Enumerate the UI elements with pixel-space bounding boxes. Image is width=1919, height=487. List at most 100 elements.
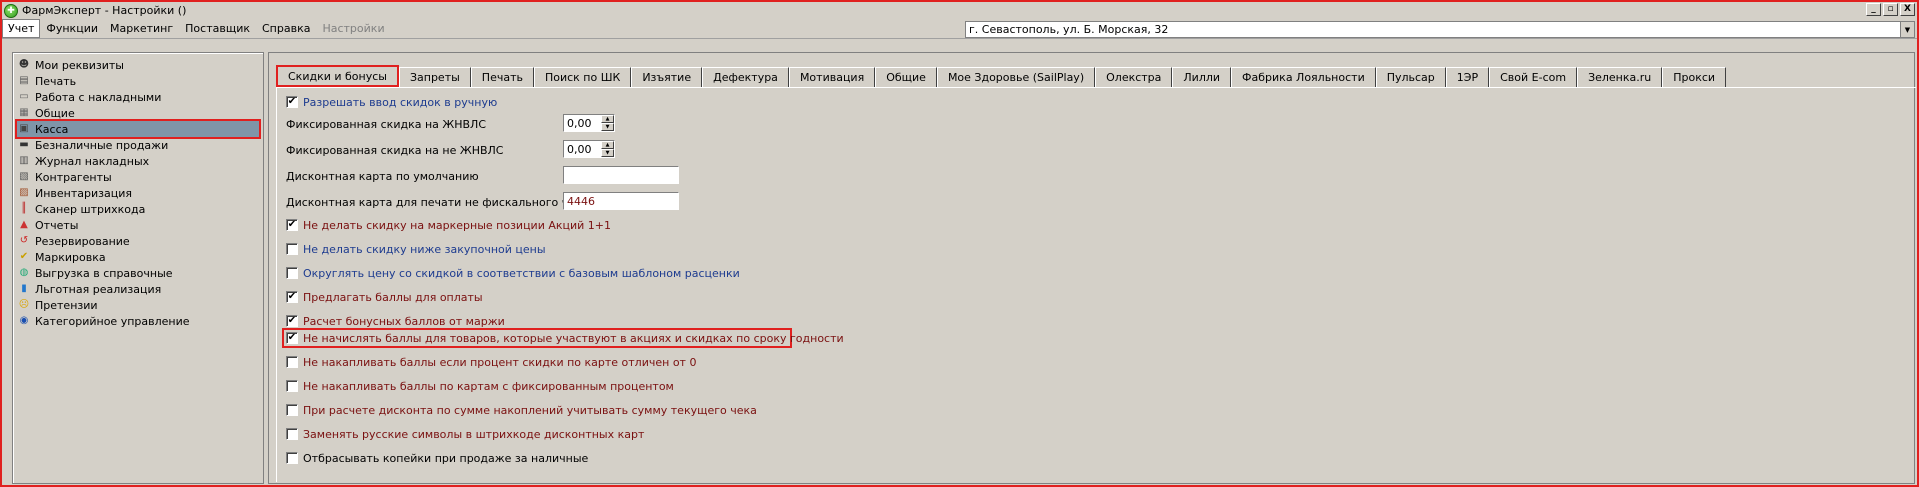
tab-1er[interactable]: 1ЭР bbox=[1445, 67, 1490, 87]
checkbox-drop-kopecks[interactable] bbox=[286, 452, 298, 464]
sidebar-item-beznal[interactable]: ▬ Безналичные продажи bbox=[17, 137, 259, 153]
checkbox-label: Не делать скидку ниже закупочной цены bbox=[303, 242, 546, 256]
sidebar-item-skaner[interactable]: ║ Сканер штрихкода bbox=[17, 201, 259, 217]
sidebar-item-pretenzii[interactable]: ☹ Претензии bbox=[17, 297, 259, 313]
complaint-icon: ☹ bbox=[18, 299, 30, 310]
sidebar-item-label: Работа с накладными bbox=[35, 90, 162, 104]
report-icon: ▲ bbox=[20, 219, 28, 230]
checkbox-row[interactable]: Округлять цену со скидкой в соответствии… bbox=[286, 264, 740, 282]
close-button[interactable]: X bbox=[1900, 3, 1915, 16]
sidebar-item-label: Касса bbox=[35, 122, 69, 136]
sidebar-item-label: Печать bbox=[35, 74, 77, 88]
spinner-buttons[interactable]: ▲ ▼ bbox=[601, 115, 614, 131]
sidebar-item-obshchie[interactable]: ▦ Общие bbox=[17, 105, 259, 121]
tab-izyatie[interactable]: Изъятие bbox=[631, 67, 703, 87]
sidebar-item-vygruzka[interactable]: ◍ Выгрузка в справочные bbox=[17, 265, 259, 281]
menu-marketing[interactable]: Маркетинг bbox=[104, 19, 179, 38]
tab-pechat[interactable]: Печать bbox=[470, 67, 534, 87]
menu-uchet[interactable]: Учет bbox=[2, 19, 41, 38]
checkbox-label: Заменять русские символы в штрихкоде дис… bbox=[303, 427, 645, 441]
pharmacy-address-select[interactable]: г. Севастополь, ул. Б. Морская, 32 ▼ bbox=[965, 21, 1915, 38]
allow-manual-discount-checkbox[interactable]: ✔ bbox=[286, 96, 298, 108]
settings-icon: ▦ bbox=[19, 107, 29, 118]
tab-motivatsiya[interactable]: Мотивация bbox=[788, 67, 876, 87]
sidebar-item-kassa[interactable]: ▣ Касса bbox=[15, 119, 261, 139]
checkbox-offer-points[interactable]: ✔ bbox=[286, 291, 298, 303]
checkbox-label: Расчет бонусных баллов от маржи bbox=[303, 314, 505, 328]
spin-down-icon[interactable]: ▼ bbox=[601, 149, 614, 157]
tab-moe-zdorovie[interactable]: Мое Здоровье (SailPlay) bbox=[936, 67, 1096, 87]
menu-funktsii[interactable]: Функции bbox=[40, 19, 104, 38]
sidebar-item-inventarizatsiya[interactable]: ▨ Инвентаризация bbox=[17, 185, 259, 201]
sidebar-item-label: Маркировка bbox=[35, 250, 106, 264]
inventory-icon: ▨ bbox=[19, 187, 29, 198]
checkbox-label: Не делать скидку на маркерные позиции Ак… bbox=[303, 218, 612, 232]
spin-down-icon[interactable]: ▼ bbox=[601, 123, 614, 131]
checkbox-row[interactable]: ✔ Предлагать баллы для оплаты bbox=[286, 288, 483, 306]
spin-up-icon[interactable]: ▲ bbox=[601, 115, 614, 123]
tab-zelenka[interactable]: Зеленка.ru bbox=[1577, 67, 1663, 87]
checkbox-round-price[interactable] bbox=[286, 267, 298, 279]
sidebar-item-lgotnaya[interactable]: ▮ Льготная реализация bbox=[17, 281, 259, 297]
menu-bar: Учет Функции Маркетинг Поставщик Справка… bbox=[2, 19, 1917, 39]
menu-postavshchik[interactable]: Поставщик bbox=[179, 19, 256, 38]
checkbox-include-current-receipt[interactable] bbox=[286, 404, 298, 416]
sidebar-item-rezervirovanie[interactable]: ↺ Резервирование bbox=[17, 233, 259, 249]
sidebar-item-label: Инвентаризация bbox=[35, 186, 132, 200]
checkbox-row[interactable]: Не накапливать баллы по картам с фиксиро… bbox=[286, 377, 674, 395]
sidebar-item-kategoriynoe[interactable]: ◉ Категорийное управление bbox=[17, 313, 259, 329]
checkbox-row[interactable]: При расчете дисконта по сумме накоплений… bbox=[286, 401, 757, 419]
tab-poisk-shk[interactable]: Поиск по ШК bbox=[533, 67, 632, 87]
sidebar-item-rekvizity[interactable]: ☻ Мои реквизиты bbox=[17, 57, 259, 73]
checkbox-margin-points[interactable]: ✔ bbox=[286, 315, 298, 327]
sidebar-item-kontragenty[interactable]: ▧ Контрагенты bbox=[17, 169, 259, 185]
checkbox-replace-russian[interactable] bbox=[286, 428, 298, 440]
tab-svoy-ecom[interactable]: Свой E-com bbox=[1489, 67, 1578, 87]
default-card-label: Дисконтная карта по умолчанию bbox=[286, 170, 479, 183]
restore-button[interactable]: ▫ bbox=[1883, 3, 1898, 16]
barcode-icon: ║ bbox=[20, 203, 28, 214]
checkbox-below-purchase[interactable] bbox=[286, 243, 298, 255]
spin-up-icon[interactable]: ▲ bbox=[601, 141, 614, 149]
chevron-down-icon[interactable]: ▼ bbox=[1900, 22, 1914, 37]
tab-fabrika-loyalnosti[interactable]: Фабрика Лояльности bbox=[1231, 67, 1376, 87]
sidebar-item-markirovka[interactable]: ✔ Маркировка bbox=[17, 249, 259, 265]
sidebar-item-label: Отчеты bbox=[35, 218, 79, 232]
tab-lilli[interactable]: Лилли bbox=[1172, 67, 1232, 87]
default-card-input[interactable] bbox=[563, 166, 679, 184]
user-icon: ☻ bbox=[18, 59, 30, 70]
tab-skidki-bonusy[interactable]: Скидки и бонусы bbox=[276, 65, 399, 87]
tab-zaprety[interactable]: Запреты bbox=[398, 67, 471, 87]
tab-defektura[interactable]: Дефектура bbox=[702, 67, 789, 87]
fixed-discount-jnvls-input[interactable]: 0,00 ▲ ▼ bbox=[563, 114, 615, 132]
menu-spravka[interactable]: Справка bbox=[256, 19, 316, 38]
nonfiscal-card-input[interactable]: 4446 bbox=[563, 192, 679, 210]
checkbox-label: Не накапливать баллы если процент скидки… bbox=[303, 355, 697, 369]
contacts-icon: ▧ bbox=[19, 171, 29, 182]
tab-pulsar[interactable]: Пульсар bbox=[1375, 67, 1446, 87]
tab-obshchie[interactable]: Общие bbox=[875, 67, 937, 87]
checkbox-label: Округлять цену со скидкой в соответствии… bbox=[303, 266, 740, 280]
checkbox-row[interactable]: Отбрасывать копейки при продаже за налич… bbox=[286, 449, 588, 467]
checkbox-row[interactable]: Не делать скидку ниже закупочной цены bbox=[286, 240, 546, 258]
checkbox-row[interactable]: ✔ Не начислять баллы для товаров, которы… bbox=[286, 329, 844, 347]
tab-proksi[interactable]: Прокси bbox=[1662, 67, 1727, 87]
minimize-button[interactable]: _ bbox=[1866, 3, 1881, 16]
sidebar-item-nakladnye[interactable]: ▭ Работа с накладными bbox=[17, 89, 259, 105]
menu-nastroyki: Настройки bbox=[322, 22, 385, 35]
sidebar-item-zhurnal[interactable]: ▥ Журнал накладных bbox=[17, 153, 259, 169]
checkbox-row[interactable]: ✔ Не делать скидку на маркерные позиции … bbox=[286, 216, 611, 234]
fixed-discount-non-jnvls-label: Фиксированная скидка на не ЖНВЛС bbox=[286, 144, 504, 157]
sidebar-item-pechat[interactable]: ▤ Печать bbox=[17, 73, 259, 89]
fixed-discount-non-jnvls-input[interactable]: 0,00 ▲ ▼ bbox=[563, 140, 615, 158]
checkbox-row[interactable]: Не накапливать баллы если процент скидки… bbox=[286, 353, 696, 371]
spinner-buttons[interactable]: ▲ ▼ bbox=[601, 141, 614, 157]
checkbox-no-accumulate-fixed[interactable] bbox=[286, 380, 298, 392]
tab-olekstra[interactable]: Олекстра bbox=[1095, 67, 1173, 87]
sidebar-item-otchety[interactable]: ▲ Отчеты bbox=[17, 217, 259, 233]
checkbox-no-accumulate-nonzero[interactable] bbox=[286, 356, 298, 368]
checkbox-row[interactable]: Заменять русские символы в штрихкоде дис… bbox=[286, 425, 644, 443]
checkbox-no-points-expiry[interactable]: ✔ bbox=[286, 332, 298, 344]
checkbox-marker-promo[interactable]: ✔ bbox=[286, 219, 298, 231]
allow-manual-discount-row[interactable]: ✔ Разрешать ввод скидок в ручную bbox=[286, 93, 497, 111]
